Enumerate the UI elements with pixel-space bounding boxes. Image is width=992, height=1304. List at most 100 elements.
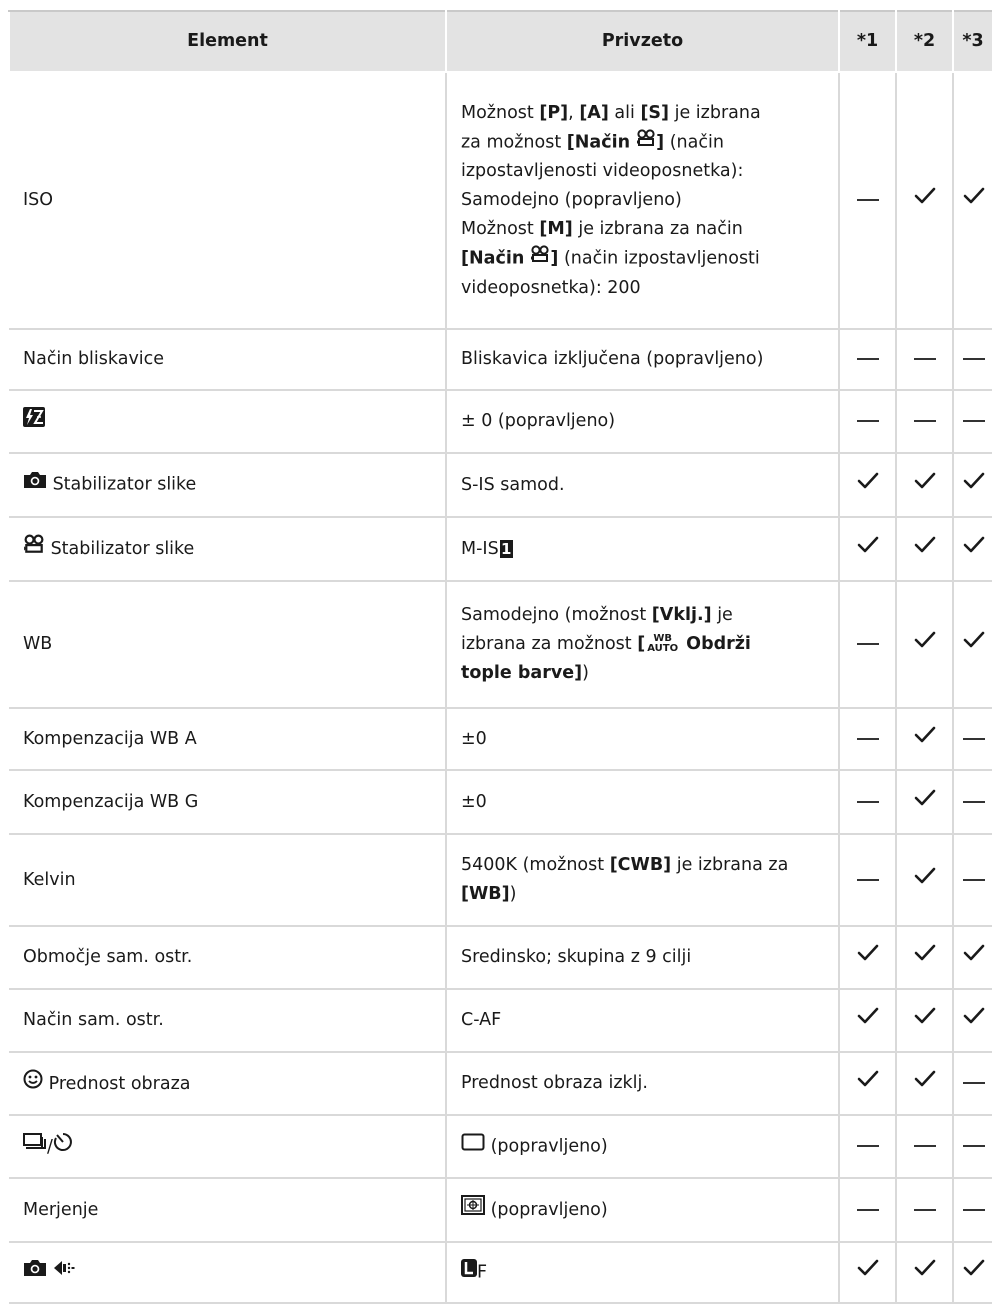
dash-icon <box>856 199 879 201</box>
mark-cell-3 <box>953 770 992 835</box>
image-quality-icon <box>53 1258 75 1287</box>
mark-cell-2 <box>896 390 954 454</box>
mark-cell-3 <box>953 329 992 391</box>
mark-cell-3 <box>953 1178 992 1243</box>
header-col3: *3 <box>952 10 992 73</box>
check-icon <box>914 943 936 972</box>
movie-icon <box>23 534 45 564</box>
dash-icon <box>856 800 879 803</box>
element-cell: Območje sam. ostr. <box>9 926 447 990</box>
mark-cell-1 <box>839 926 897 990</box>
default-cell: ±0 <box>446 708 840 771</box>
element-cell: Kelvin <box>9 834 447 927</box>
check-icon <box>914 535 936 564</box>
table-row: Kompenzacija WB G ±0 <box>9 770 992 835</box>
element-cell: Prednost obraza <box>9 1052 447 1116</box>
default-cell: (popravljeno) <box>446 1178 840 1243</box>
dash-icon <box>962 420 985 422</box>
mark-cell-2 <box>896 770 954 835</box>
flash-compensation-icon <box>23 406 45 437</box>
dash-icon <box>913 1208 936 1211</box>
table-row: / (popravljeno) <box>9 1115 992 1179</box>
mark-cell-2 <box>896 1242 954 1304</box>
check-icon <box>914 866 936 895</box>
check-icon <box>963 943 985 972</box>
check-icon <box>857 1006 879 1035</box>
element-cell: ISO <box>9 72 447 330</box>
default-cell: C-AF <box>446 989 840 1053</box>
mark-cell-3 <box>953 989 992 1053</box>
dash-icon <box>856 737 879 740</box>
check-icon <box>914 1069 936 1098</box>
movie-icon <box>636 128 656 157</box>
metering-icon <box>461 1195 485 1225</box>
dash-icon <box>913 358 936 360</box>
check-icon <box>857 471 879 500</box>
mode-1-badge: 1 <box>499 539 513 558</box>
mark-cell-3 <box>953 708 992 771</box>
mark-cell-2 <box>896 834 954 927</box>
dash-icon <box>856 1208 879 1211</box>
table-row: ISO Možnost [P], [A] ali [S] je izbrana … <box>9 72 992 330</box>
element-cell <box>9 1242 447 1304</box>
mark-cell-1 <box>839 1052 897 1116</box>
check-icon <box>963 630 985 659</box>
check-icon <box>963 1258 985 1287</box>
mark-cell-1 <box>839 329 897 391</box>
mark-cell-2 <box>896 708 954 771</box>
check-icon <box>857 943 879 972</box>
mark-cell-2 <box>896 989 954 1053</box>
mark-cell-1 <box>839 989 897 1053</box>
table-row: Stabilizator slike S-IS samod. <box>9 453 992 518</box>
header-col1: *1 <box>838 10 897 73</box>
sequential-shooting-icon <box>23 1132 47 1161</box>
mark-cell-3 <box>953 581 992 709</box>
mark-cell-1 <box>839 390 897 454</box>
mark-cell-1 <box>839 581 897 709</box>
large-size-icon <box>461 1258 477 1287</box>
default-cell: (popravljeno) <box>446 1115 840 1179</box>
mark-cell-1 <box>839 1242 897 1304</box>
camera-icon <box>23 1258 47 1287</box>
table-row: F <box>9 1242 992 1304</box>
mark-cell-3 <box>953 1115 992 1179</box>
mark-cell-1 <box>839 708 897 771</box>
check-icon <box>963 535 985 564</box>
element-cell: Stabilizator slike <box>9 453 447 518</box>
mark-cell-3 <box>953 834 992 927</box>
mark-cell-3 <box>953 926 992 990</box>
mark-cell-2 <box>896 581 954 709</box>
table-row: Prednost obraza Prednost obraza izklj. <box>9 1052 992 1116</box>
check-icon <box>963 471 985 500</box>
mark-cell-3 <box>953 390 992 454</box>
dash-icon <box>962 878 985 881</box>
mark-cell-3 <box>953 1052 992 1116</box>
dash-icon <box>962 800 985 803</box>
mark-cell-1 <box>839 770 897 835</box>
table-row: Merjenje (popravljeno) <box>9 1178 992 1243</box>
dash-icon <box>962 1082 985 1084</box>
element-cell: Merjenje <box>9 1178 447 1243</box>
dash-icon <box>856 420 879 422</box>
element-cell: Kompenzacija WB G <box>9 770 447 835</box>
check-icon <box>914 471 936 500</box>
check-icon <box>914 1006 936 1035</box>
camera-icon <box>23 470 47 499</box>
mark-cell-2 <box>896 1115 954 1179</box>
check-icon <box>963 186 985 215</box>
dash-icon <box>856 643 879 645</box>
default-cell: Samodejno (možnost [Vklj.] je izbrana za… <box>446 581 840 709</box>
single-frame-icon <box>461 1132 485 1161</box>
header-default: Privzeto <box>445 10 840 73</box>
dash-icon <box>962 737 985 740</box>
default-cell: ± 0 (popravljeno) <box>446 390 840 454</box>
dash-icon <box>856 1145 879 1147</box>
wb-auto-icon: WB AUTO <box>647 633 679 654</box>
default-cell: S-IS samod. <box>446 453 840 518</box>
element-cell: Kompenzacija WB A <box>9 708 447 771</box>
mark-cell-1 <box>839 517 897 582</box>
mark-cell-2 <box>896 1052 954 1116</box>
mark-cell-1 <box>839 1178 897 1243</box>
face-priority-icon <box>23 1069 43 1099</box>
element-cell: Način sam. ostr. <box>9 989 447 1053</box>
